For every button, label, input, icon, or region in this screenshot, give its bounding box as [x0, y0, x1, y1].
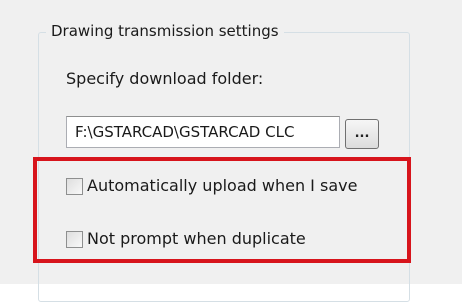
no-prompt-duplicate-checkbox[interactable] [66, 230, 83, 248]
groupbox-title: Drawing transmission settings [46, 22, 284, 40]
auto-upload-option[interactable]: Automatically upload when I save [66, 176, 357, 196]
no-prompt-duplicate-label: Not prompt when duplicate [87, 229, 306, 248]
browse-folder-button[interactable]: ... [345, 119, 379, 149]
download-folder-label: Specify download folder: [66, 69, 264, 88]
auto-upload-label: Automatically upload when I save [87, 176, 358, 195]
download-folder-path-input[interactable] [66, 116, 340, 148]
auto-upload-checkbox[interactable] [66, 177, 83, 195]
no-prompt-duplicate-option[interactable]: Not prompt when duplicate [66, 229, 306, 249]
